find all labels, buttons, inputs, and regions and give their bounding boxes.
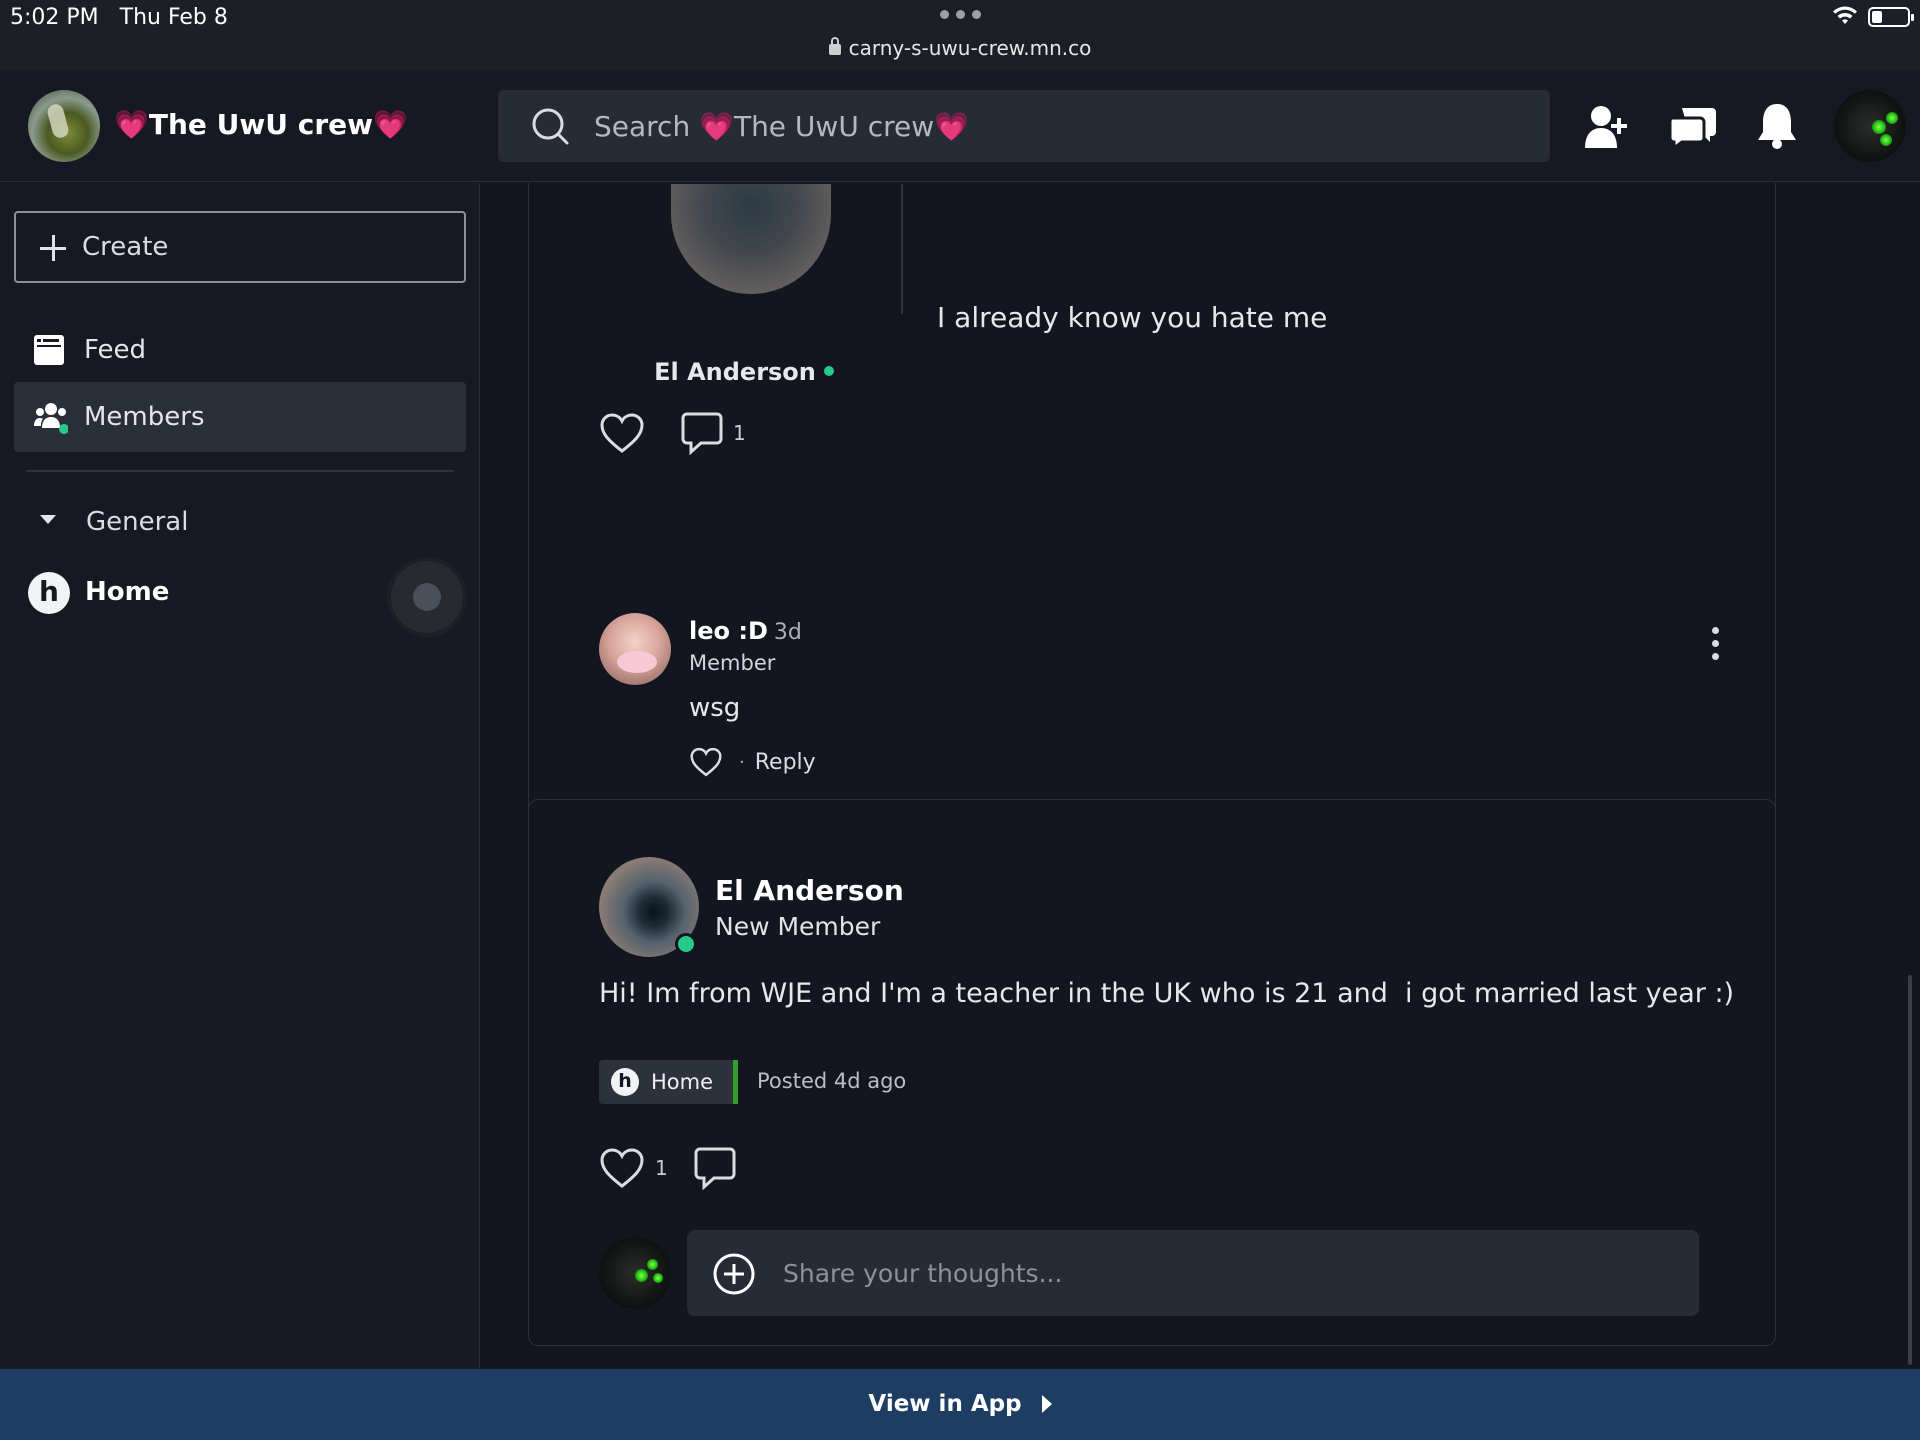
comment-composer — [599, 1230, 1719, 1316]
chat-icon[interactable] — [1670, 104, 1716, 150]
add-attachment-icon[interactable] — [713, 1253, 755, 1295]
comment-bubble-icon[interactable] — [681, 411, 723, 455]
group-general[interactable]: General — [14, 491, 466, 551]
sidebar-divider — [26, 470, 454, 472]
browser-status-bar: 5:02 PM Thu Feb 8 carny-s-uwu-crew.mn.co — [0, 0, 1920, 70]
search-bar[interactable] — [498, 90, 1550, 162]
commenter-avatar[interactable] — [599, 613, 671, 685]
post-text: I already know you hate me — [937, 301, 1328, 334]
add-member-icon[interactable] — [1585, 104, 1629, 150]
commenter-role: Member — [689, 651, 776, 675]
assistive-touch-button[interactable] — [391, 561, 463, 633]
comment-input-box[interactable] — [687, 1230, 1699, 1316]
status-time: 5:02 PM Thu Feb 8 — [10, 5, 228, 30]
sidebar-item-members[interactable]: Members — [14, 382, 466, 452]
like-heart-icon[interactable] — [689, 747, 723, 777]
caret-down-icon[interactable] — [40, 515, 56, 524]
community-name[interactable]: 💗The UwU crew💗 — [114, 108, 408, 141]
post-actions: 1 — [599, 411, 772, 455]
sidebar-item-feed[interactable]: Feed — [14, 315, 466, 385]
like-heart-icon[interactable] — [599, 412, 645, 454]
comment-actions: · Reply — [689, 747, 816, 777]
divider — [901, 184, 903, 314]
more-dots-icon[interactable] — [940, 10, 981, 19]
play-arrow-icon — [1041, 1395, 1052, 1413]
view-in-app-label: View in App — [868, 1391, 1022, 1417]
author-name[interactable]: El Anderson — [529, 358, 959, 386]
commenter-name[interactable]: leo :D 3d — [689, 617, 802, 645]
author-avatar[interactable] — [599, 857, 699, 957]
search-icon — [532, 108, 569, 145]
sidebar-item-label: Feed — [84, 335, 147, 365]
main-feed: El Anderson I already know you hate me 1… — [481, 183, 1920, 1369]
sidebar: Create Feed Members General h Home — [0, 183, 480, 1369]
post-text: Hi! Im from WJE and I'm a teacher in the… — [599, 978, 1735, 1009]
group-label: General — [86, 507, 189, 537]
comment-text: wsg — [689, 693, 741, 723]
reply-button[interactable]: Reply — [755, 750, 816, 775]
comment-input[interactable] — [783, 1230, 1663, 1316]
home-badge-icon: h — [28, 572, 70, 614]
lock-icon — [828, 37, 841, 55]
post-actions: 1 — [599, 1146, 736, 1190]
community-logo[interactable] — [28, 90, 100, 162]
space-tag[interactable]: h Home — [599, 1060, 739, 1104]
battery-icon — [1868, 7, 1914, 27]
sidebar-item-home[interactable]: h Home — [14, 561, 466, 633]
sidebar-item-label: Members — [84, 402, 205, 432]
create-button[interactable]: Create — [14, 211, 466, 283]
user-avatar[interactable] — [1834, 90, 1906, 162]
top-header: 💗The UwU crew💗 — [0, 70, 1920, 182]
address-bar[interactable]: carny-s-uwu-crew.mn.co — [0, 36, 1920, 60]
my-avatar — [599, 1237, 671, 1309]
bell-icon[interactable] — [1757, 102, 1797, 150]
scrollbar[interactable] — [1908, 975, 1912, 1365]
sidebar-item-label: Home — [85, 577, 170, 607]
wifi-icon — [1833, 6, 1857, 24]
view-in-app-banner[interactable]: View in App — [0, 1369, 1920, 1440]
author-name[interactable]: El Anderson — [715, 874, 904, 907]
online-indicator — [675, 933, 697, 955]
feed-icon — [34, 335, 64, 365]
comment-bubble-icon[interactable] — [694, 1146, 736, 1190]
post-timestamp: Posted 4d ago — [757, 1069, 907, 1093]
author-avatar[interactable] — [671, 184, 831, 294]
online-indicator — [823, 366, 834, 376]
author-role: New Member — [715, 912, 881, 941]
more-options-icon[interactable] — [1711, 627, 1719, 661]
comment-count: 1 — [733, 421, 746, 445]
separator-dot: · — [739, 751, 745, 773]
post-card: El Anderson New Member Hi! Im from WJE a… — [528, 799, 1776, 1346]
search-input[interactable] — [594, 90, 1494, 162]
comment: leo :D 3d Member wsg · Reply — [599, 613, 1719, 793]
like-heart-icon[interactable] — [599, 1147, 645, 1189]
like-count: 1 — [655, 1156, 668, 1180]
comment-time: 3d — [773, 620, 802, 645]
members-icon — [34, 403, 68, 434]
space-tag-label: Home — [651, 1070, 714, 1094]
home-badge-icon: h — [611, 1068, 639, 1096]
plus-icon — [40, 235, 66, 261]
url-text: carny-s-uwu-crew.mn.co — [848, 36, 1092, 60]
